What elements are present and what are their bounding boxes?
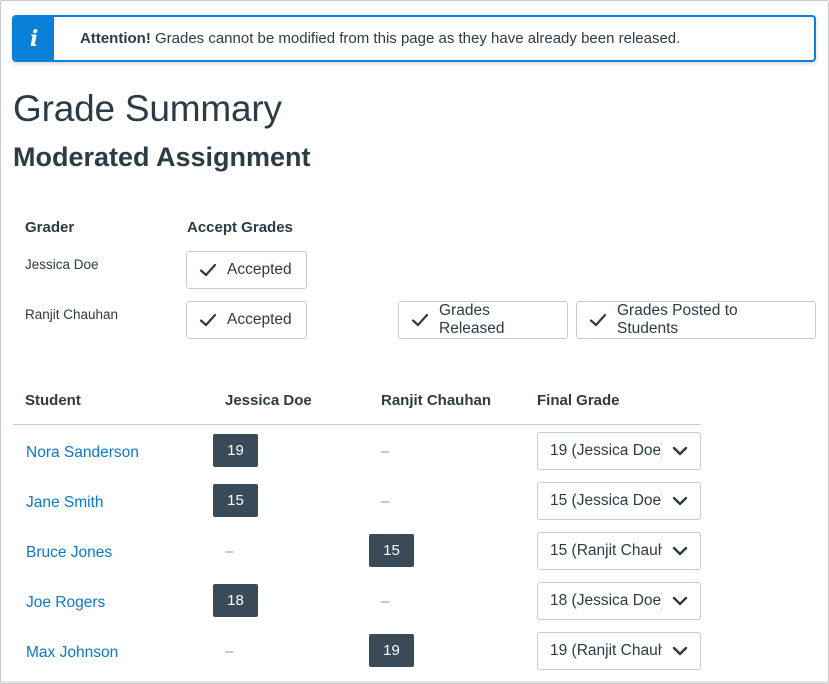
student-link[interactable]: Max Johnson (26, 644, 118, 662)
empty-score: – (381, 493, 390, 510)
chevron-down-icon (672, 496, 688, 506)
accepted-label: Accepted (227, 261, 292, 278)
accept-grades-column-header: Accept Grades (187, 219, 293, 236)
score-chip-ranjit: 19 (369, 634, 414, 667)
final-grade-value: 19 (Ranjit Chauhan) (550, 642, 662, 659)
accepted-button-jessica[interactable]: Accepted (186, 251, 307, 289)
alert-text: Grades cannot be modified from this page… (154, 30, 681, 47)
attention-alert: i Attention! Grades cannot be modified f… (12, 15, 816, 62)
chevron-down-icon (672, 646, 688, 656)
jessica-column-header: Jessica Doe (225, 392, 312, 409)
table-divider (13, 424, 701, 425)
chevron-down-icon (672, 446, 688, 456)
page-title: Grade Summary (13, 88, 282, 129)
student-link[interactable]: Joe Rogers (26, 594, 105, 612)
grades-posted-button[interactable]: Grades Posted to Students (576, 301, 816, 339)
final-grade-value: 15 (Jessica Doe) (550, 492, 662, 509)
info-icon: i (14, 17, 54, 60)
empty-score: – (225, 643, 234, 660)
final-grade-value: 18 (Jessica Doe) (550, 592, 662, 609)
grader-name-jessica: Jessica Doe (25, 257, 99, 272)
check-icon (199, 263, 217, 277)
final-grade-select[interactable]: 18 (Jessica Doe) (537, 582, 701, 620)
final-grade-select[interactable]: 15 (Jessica Doe) (537, 482, 701, 520)
student-link[interactable]: Nora Sanderson (26, 444, 139, 462)
student-column-header: Student (25, 392, 81, 409)
grades-released-button[interactable]: Grades Released (398, 301, 568, 339)
empty-score: – (225, 543, 234, 560)
final-grade-select[interactable]: 19 (Jessica Doe) (537, 432, 701, 470)
accepted-label: Accepted (227, 311, 292, 328)
score-chip-jessica: 19 (213, 434, 258, 467)
student-link[interactable]: Jane Smith (26, 494, 104, 512)
student-link[interactable]: Bruce Jones (26, 544, 112, 562)
check-icon (589, 313, 607, 327)
final-grade-value: 19 (Jessica Doe) (550, 442, 662, 459)
check-icon (199, 313, 217, 327)
final-grade-select[interactable]: 15 (Ranjit Chauhan) (537, 532, 701, 570)
final-grade-column-header: Final Grade (537, 392, 620, 409)
final-grade-value: 15 (Ranjit Chauhan) (550, 542, 662, 559)
chevron-down-icon (672, 546, 688, 556)
final-grade-select[interactable]: 19 (Ranjit Chauhan) (537, 632, 701, 670)
grader-column-header: Grader (25, 219, 75, 236)
grades-released-label: Grades Released (439, 302, 505, 337)
score-chip-jessica: 18 (213, 584, 258, 617)
alert-strong: Attention! (80, 30, 151, 47)
empty-score: – (381, 593, 390, 610)
chevron-down-icon (672, 596, 688, 606)
empty-score: – (381, 443, 390, 460)
grades-posted-label: Grades Posted to Students (617, 302, 738, 337)
check-icon (411, 313, 429, 327)
assignment-title: Moderated Assignment (13, 142, 311, 172)
alert-message: Attention! Grades cannot be modified fro… (80, 30, 680, 47)
ranjit-column-header: Ranjit Chauhan (381, 392, 492, 409)
grader-name-ranjit: Ranjit Chauhan (25, 307, 119, 322)
accepted-button-ranjit[interactable]: Accepted (186, 301, 307, 339)
score-chip-jessica: 15 (213, 484, 258, 517)
score-chip-ranjit: 15 (369, 534, 414, 567)
